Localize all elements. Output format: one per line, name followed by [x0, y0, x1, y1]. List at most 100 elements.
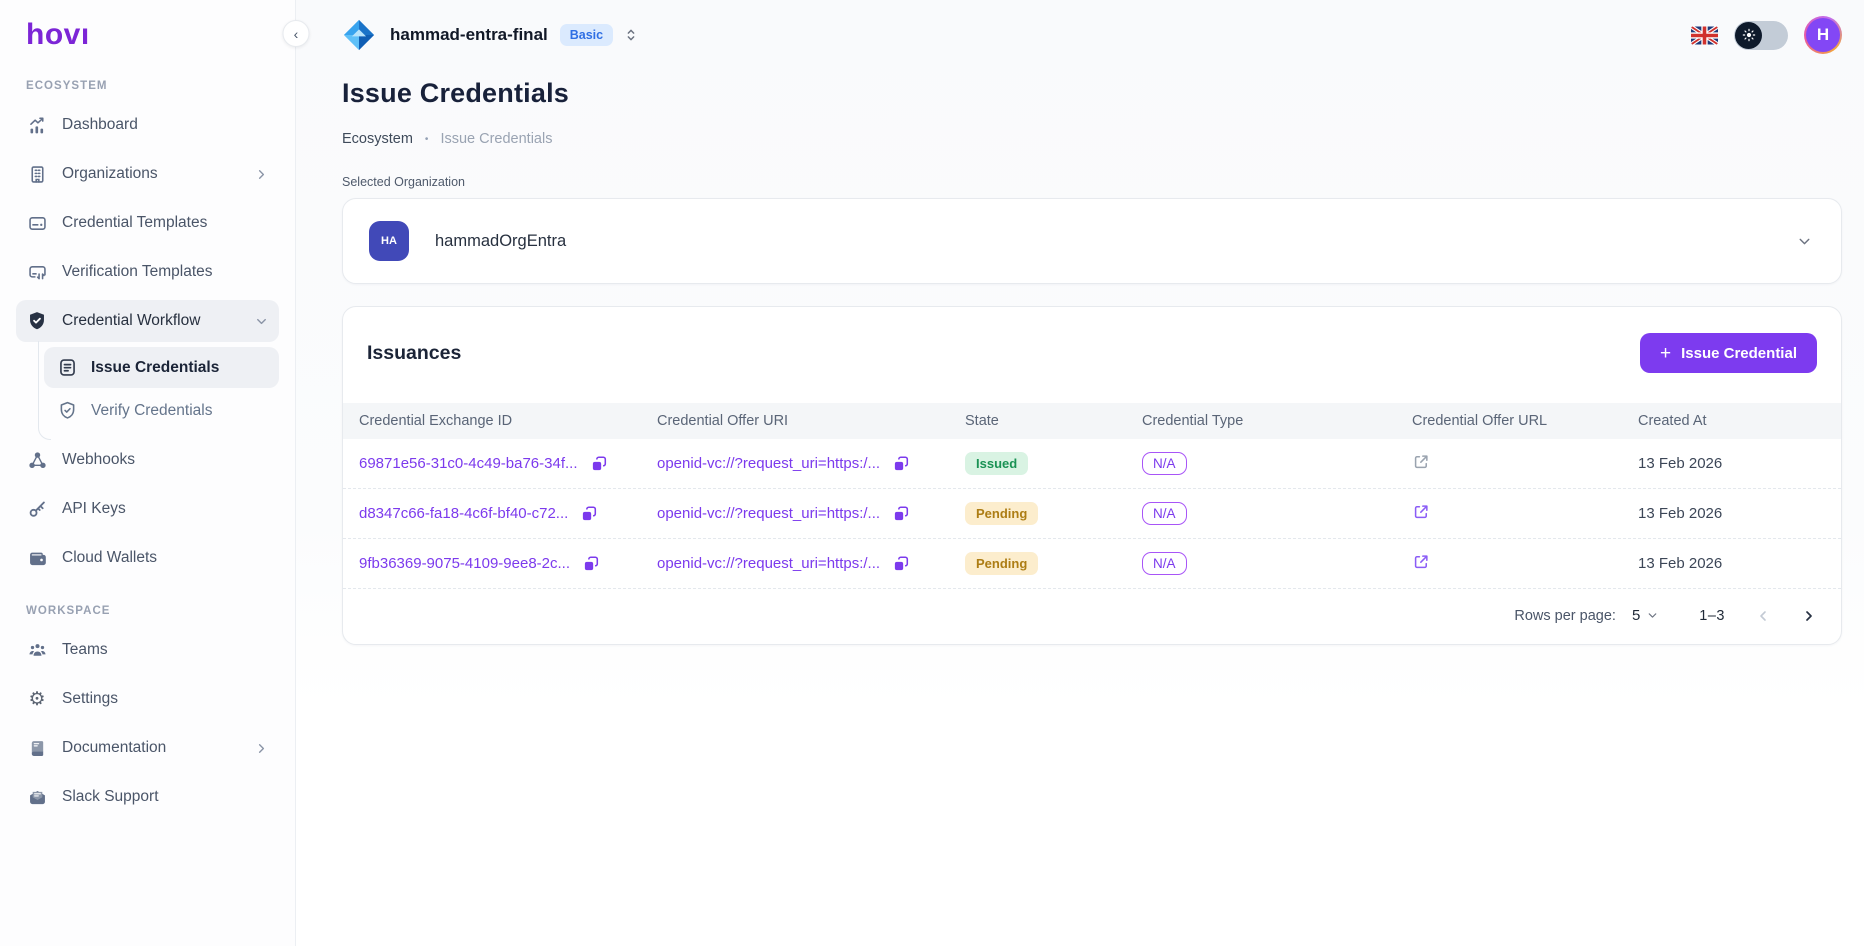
sidebar-item-dashboard[interactable]: Dashboard	[16, 104, 279, 146]
sidebar-item-label: API Keys	[62, 500, 126, 518]
webhooks-icon	[26, 449, 48, 471]
column-header-exchange-id: Credential Exchange ID	[343, 403, 641, 439]
credential-type-badge: N/A	[1142, 502, 1187, 525]
sidebar-item-webhooks[interactable]: Webhooks	[16, 439, 279, 481]
table-row: d8347c66-fa18-4c6f-bf40-c72... openid-vc…	[343, 489, 1841, 539]
column-header-offer-url: Credential Offer URL	[1396, 403, 1622, 439]
main-content: hammad-entra-final Basic	[296, 0, 1864, 946]
table-row: 69871e56-31c0-4c49-ba76-34f... openid-vc…	[343, 439, 1841, 489]
section-label-workspace: WORKSPACE	[26, 605, 269, 617]
documentation-icon	[26, 737, 48, 759]
copy-icon[interactable]	[892, 505, 910, 523]
sidebar-item-label: Cloud Wallets	[62, 549, 157, 567]
sidebar-item-label: Verify Credentials	[91, 402, 212, 420]
rows-per-page-select[interactable]: 5	[1632, 607, 1659, 624]
breadcrumb-ecosystem[interactable]: Ecosystem	[342, 131, 413, 147]
state-badge: Pending	[965, 552, 1038, 575]
api-keys-icon	[26, 498, 48, 520]
dashboard-icon	[26, 114, 48, 136]
org-select-label: Selected Organization	[342, 175, 1842, 189]
sidebar: hovı ECOSYSTEM Dashboard	[0, 0, 296, 946]
table-header: Credential Exchange ID Credential Offer …	[343, 403, 1841, 439]
chevron-right-icon	[254, 167, 269, 182]
sun-icon	[1735, 22, 1762, 49]
pagination: Rows per page: 5 1–3	[343, 589, 1841, 644]
credential-type-badge: N/A	[1142, 552, 1187, 575]
copy-icon[interactable]	[892, 555, 910, 573]
sidebar-item-documentation[interactable]: Documentation	[16, 727, 279, 769]
sidebar-item-organizations[interactable]: Organizations	[16, 153, 279, 195]
hovi-logo: hovı	[16, 18, 279, 50]
created-at: 13 Feb 2026	[1622, 555, 1841, 572]
plus-icon: +	[1660, 344, 1671, 363]
sidebar-item-cloud-wallets[interactable]: Cloud Wallets	[16, 537, 279, 579]
chevron-down-icon	[254, 314, 269, 329]
next-page-button[interactable]	[1801, 608, 1817, 624]
issue-credential-button[interactable]: + Issue Credential	[1640, 333, 1817, 373]
collapse-sidebar-button[interactable]: ‹	[283, 20, 310, 47]
settings-icon: ⚙	[26, 688, 48, 710]
exchange-id-link[interactable]: 69871e56-31c0-4c49-ba76-34f...	[359, 455, 578, 472]
issuances-header: Issuances + Issue Credential	[343, 307, 1841, 403]
sidebar-item-slack-support[interactable]: Slack Support	[16, 776, 279, 818]
sidebar-item-label: Organizations	[62, 165, 158, 183]
language-flag-icon[interactable]	[1691, 26, 1718, 45]
issuances-card: Issuances + Issue Credential Credential …	[342, 306, 1842, 645]
sidebar-item-credential-templates[interactable]: Credential Templates	[16, 202, 279, 244]
prev-page-button[interactable]	[1755, 608, 1771, 624]
theme-toggle[interactable]	[1734, 21, 1788, 50]
copy-icon[interactable]	[582, 555, 600, 573]
column-header-credential-type: Credential Type	[1126, 403, 1396, 439]
copy-icon[interactable]	[892, 455, 910, 473]
sidebar-item-label: Settings	[62, 690, 118, 708]
section-label-ecosystem: ECOSYSTEM	[26, 80, 269, 92]
organizations-icon	[26, 163, 48, 185]
credential-templates-icon	[26, 212, 48, 234]
credential-workflow-submenu: Issue Credentials Verify Credentials	[16, 347, 279, 431]
sidebar-item-verify-credentials[interactable]: Verify Credentials	[44, 390, 279, 431]
org-select[interactable]: HA hammadOrgEntra	[342, 198, 1842, 284]
offer-uri-link[interactable]: openid-vc://?request_uri=https:/...	[657, 455, 880, 472]
sidebar-item-verification-templates[interactable]: Verification Templates	[16, 251, 279, 293]
rows-per-page-label: Rows per page:	[1514, 608, 1616, 624]
offer-uri-link[interactable]: openid-vc://?request_uri=https:/...	[657, 505, 880, 522]
sidebar-item-credential-workflow[interactable]: Credential Workflow	[16, 300, 279, 342]
plan-badge: Basic	[560, 24, 613, 46]
user-avatar[interactable]: H	[1804, 16, 1842, 54]
sidebar-item-label: Dashboard	[62, 116, 138, 134]
sidebar-item-label: Teams	[62, 641, 108, 659]
sidebar-item-settings[interactable]: ⚙ Settings	[16, 678, 279, 720]
copy-icon[interactable]	[580, 505, 598, 523]
ecosystem-switcher-icon[interactable]	[623, 27, 639, 43]
page-title: Issue Credentials	[342, 78, 1842, 109]
created-at: 13 Feb 2026	[1622, 505, 1841, 522]
sidebar-item-issue-credentials[interactable]: Issue Credentials	[44, 347, 279, 388]
copy-icon[interactable]	[590, 455, 608, 473]
external-link-icon[interactable]	[1412, 503, 1430, 521]
breadcrumb-separator: •	[425, 134, 429, 145]
org-select-value: hammadOrgEntra	[435, 232, 566, 251]
verify-credentials-icon	[56, 400, 78, 422]
external-link-icon[interactable]	[1412, 453, 1430, 471]
topbar: hammad-entra-final Basic	[342, 16, 1842, 54]
credential-type-badge: N/A	[1142, 452, 1187, 475]
offer-uri-link[interactable]: openid-vc://?request_uri=https:/...	[657, 555, 880, 572]
chevron-down-icon	[1646, 609, 1659, 622]
sidebar-item-api-keys[interactable]: API Keys	[16, 488, 279, 530]
sidebar-item-label: Verification Templates	[62, 263, 213, 281]
chevron-right-icon	[254, 741, 269, 756]
external-link-icon[interactable]	[1412, 553, 1430, 571]
sidebar-item-teams[interactable]: Teams	[16, 629, 279, 671]
created-at: 13 Feb 2026	[1622, 455, 1841, 472]
ecosystem-name: hammad-entra-final	[390, 25, 548, 45]
sidebar-item-label: Documentation	[62, 739, 166, 757]
breadcrumb-current: Issue Credentials	[440, 131, 552, 147]
exchange-id-link[interactable]: 9fb36369-9075-4109-9ee8-2c...	[359, 555, 570, 572]
issuances-title: Issuances	[367, 342, 461, 365]
slack-support-icon	[26, 786, 48, 808]
dropdown-caret-icon	[1796, 233, 1813, 250]
page-range: 1–3	[1699, 608, 1725, 624]
exchange-id-link[interactable]: d8347c66-fa18-4c6f-bf40-c72...	[359, 505, 568, 522]
sidebar-item-label: Webhooks	[62, 451, 135, 469]
teams-icon	[26, 639, 48, 661]
